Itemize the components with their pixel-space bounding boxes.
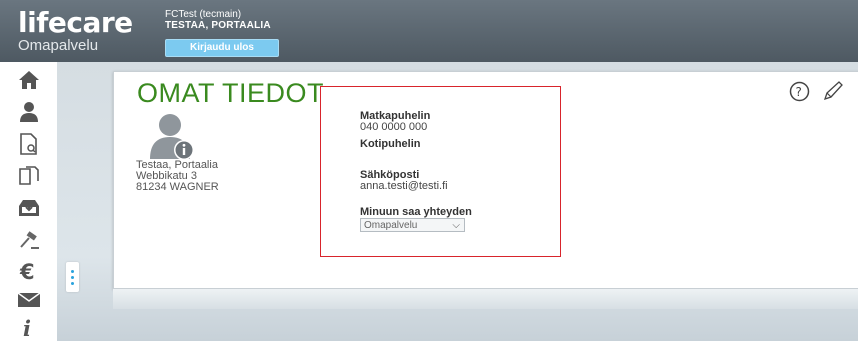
documents-icon [18,166,39,185]
person-city: 81234 WAGNER [136,181,219,193]
gavel-icon [19,231,39,249]
person-address: Testaa, Portaalia Webbikatu 3 81234 WAGN… [136,160,219,193]
sidebar-collapse-handle[interactable] [66,262,79,292]
svg-text:i: i [23,317,31,339]
document-search-icon [19,133,37,155]
sidebar-item-payments[interactable]: € [0,257,57,285]
mail-icon [17,292,40,307]
app-header: lifecare Omapalvelu FCTest (tecmain) TES… [0,0,858,62]
page-title: OMAT TIEDOT [137,78,325,108]
user-info: FCTest (tecmain) TESTAA, PORTAALIA [165,9,271,31]
help-button[interactable]: ? [789,81,810,102]
sidebar-item-profile[interactable] [0,98,57,126]
sidebar-nav: € i [0,62,57,341]
svg-text:?: ? [796,85,802,99]
highlight-box [320,86,561,257]
pencil-icon [823,81,843,101]
edit-button[interactable] [822,80,844,102]
question-icon: ? [789,81,810,102]
logo-subtitle: Omapalvelu [18,37,99,54]
logout-button[interactable]: Kirjaudu ulos [165,39,279,57]
sidebar-item-decisions[interactable] [0,227,57,255]
user-icon [19,102,38,122]
sidebar-item-inbox[interactable] [0,194,57,222]
sidebar-item-documents[interactable] [0,130,57,158]
home-icon [18,71,39,89]
info-icon: i [23,317,31,339]
lifecare-logo[interactable]: lifecare Omapalvelu [18,6,133,55]
logo-text: lifecare [18,6,133,39]
sidebar-item-home[interactable] [0,66,57,94]
sidebar-item-info[interactable]: i [0,314,57,342]
user-organization: TESTAA, PORTAALIA [165,20,271,31]
panel-footer [113,289,858,309]
user-name: FCTest (tecmain) [165,9,242,20]
sidebar-item-messages[interactable] [0,286,57,314]
sidebar-item-archive[interactable] [0,162,57,190]
avatar [150,114,194,160]
inbox-download-icon [18,200,39,216]
euro-icon: € [19,260,35,282]
svg-text:€: € [19,260,35,282]
